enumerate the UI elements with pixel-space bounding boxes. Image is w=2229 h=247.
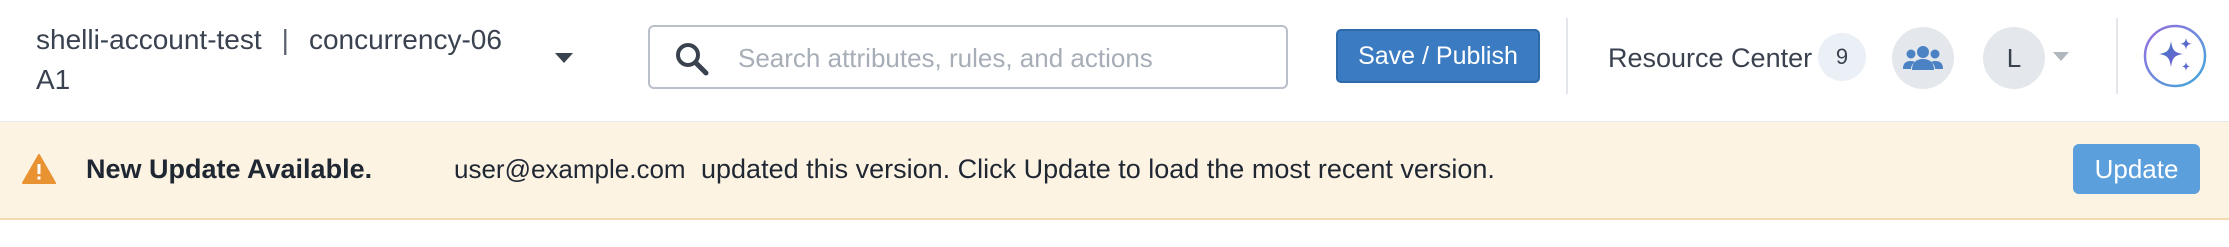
- resource-center-count-badge[interactable]: 9: [1818, 33, 1866, 81]
- header-divider: [1566, 18, 1568, 94]
- avatar-chevron-down-icon[interactable]: [2053, 52, 2069, 61]
- top-header: shelli-account-test | concurrency-06 A1 …: [0, 0, 2229, 122]
- project-suffix: A1: [36, 64, 71, 95]
- account-selector[interactable]: shelli-account-test | concurrency-06 A1: [36, 20, 596, 100]
- account-separator: |: [281, 24, 289, 55]
- project-name: concurrency-06: [308, 24, 502, 55]
- team-button[interactable]: [1892, 27, 1954, 89]
- banner-user-email: user@example.com: [454, 154, 686, 184]
- sparkle-icon[interactable]: [2143, 24, 2207, 88]
- banner-message: updated this version. Click Update to lo…: [701, 154, 1495, 184]
- resource-center-link[interactable]: Resource Center: [1608, 38, 1812, 78]
- search-box[interactable]: [648, 25, 1288, 89]
- account-name: shelli-account-test: [36, 24, 262, 55]
- banner-title: New Update Available.: [86, 154, 373, 184]
- search-icon: [676, 43, 709, 76]
- user-avatar[interactable]: L: [1983, 27, 2045, 89]
- account-line: shelli-account-test | concurrency-06: [36, 20, 596, 60]
- save-publish-button[interactable]: Save / Publish: [1336, 29, 1540, 83]
- warning-icon: [22, 154, 56, 184]
- update-button[interactable]: Update: [2073, 144, 2200, 194]
- search-input[interactable]: [736, 27, 1270, 89]
- header-divider-right: [2116, 18, 2118, 94]
- chevron-down-icon[interactable]: [555, 53, 573, 63]
- people-icon: [1903, 46, 1943, 70]
- update-banner: New Update Available. user@example.com u…: [0, 122, 2229, 220]
